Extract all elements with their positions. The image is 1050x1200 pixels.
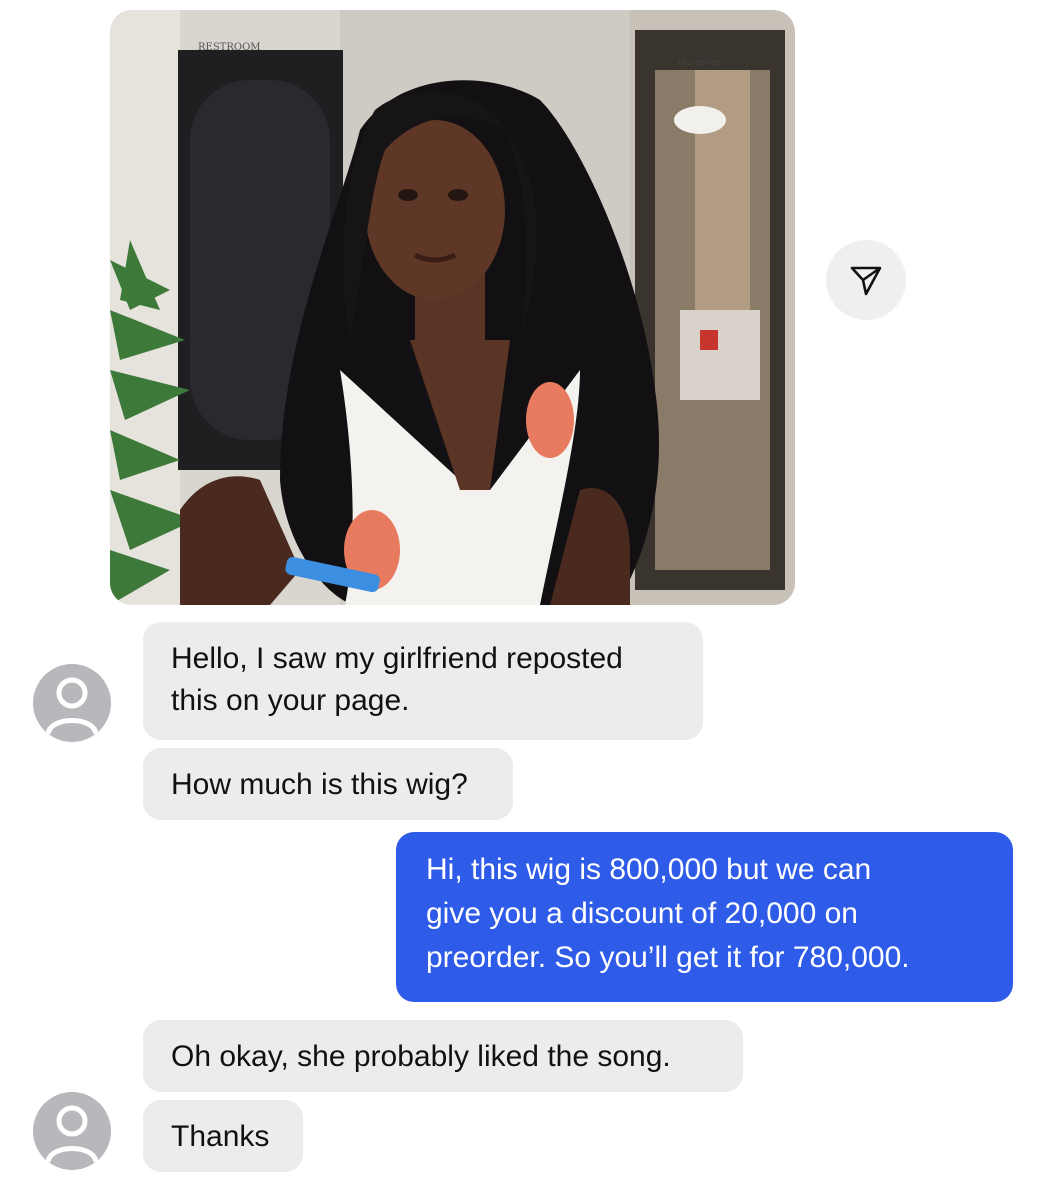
shared-post-image[interactable]: RESTROOM CEO OFFICE [110,10,795,605]
send-icon [850,266,882,296]
avatar-placeholder-icon [45,1105,99,1163]
post-photo: RESTROOM CEO OFFICE [110,10,795,605]
dm-conversation: RESTROOM CEO OFFICE Hello, I saw my girl… [0,0,1050,1200]
avatar-placeholder-icon [45,677,99,735]
sender-avatar[interactable] [33,664,111,742]
outgoing-message-bubble[interactable]: Hi, this wig is 800,000 but we can give … [396,832,1013,1002]
share-button[interactable] [826,240,906,320]
incoming-message-bubble[interactable]: Hello, I saw my girlfriend reposted this… [143,622,703,740]
office-sign: CEO OFFICE [678,59,720,67]
incoming-message-bubble[interactable]: Thanks [143,1100,303,1172]
sender-avatar[interactable] [33,1092,111,1170]
restroom-sign: RESTROOM [198,42,261,53]
incoming-message-bubble[interactable]: How much is this wig? [143,748,513,820]
incoming-message-bubble[interactable]: Oh okay, she probably liked the song. [143,1020,743,1092]
